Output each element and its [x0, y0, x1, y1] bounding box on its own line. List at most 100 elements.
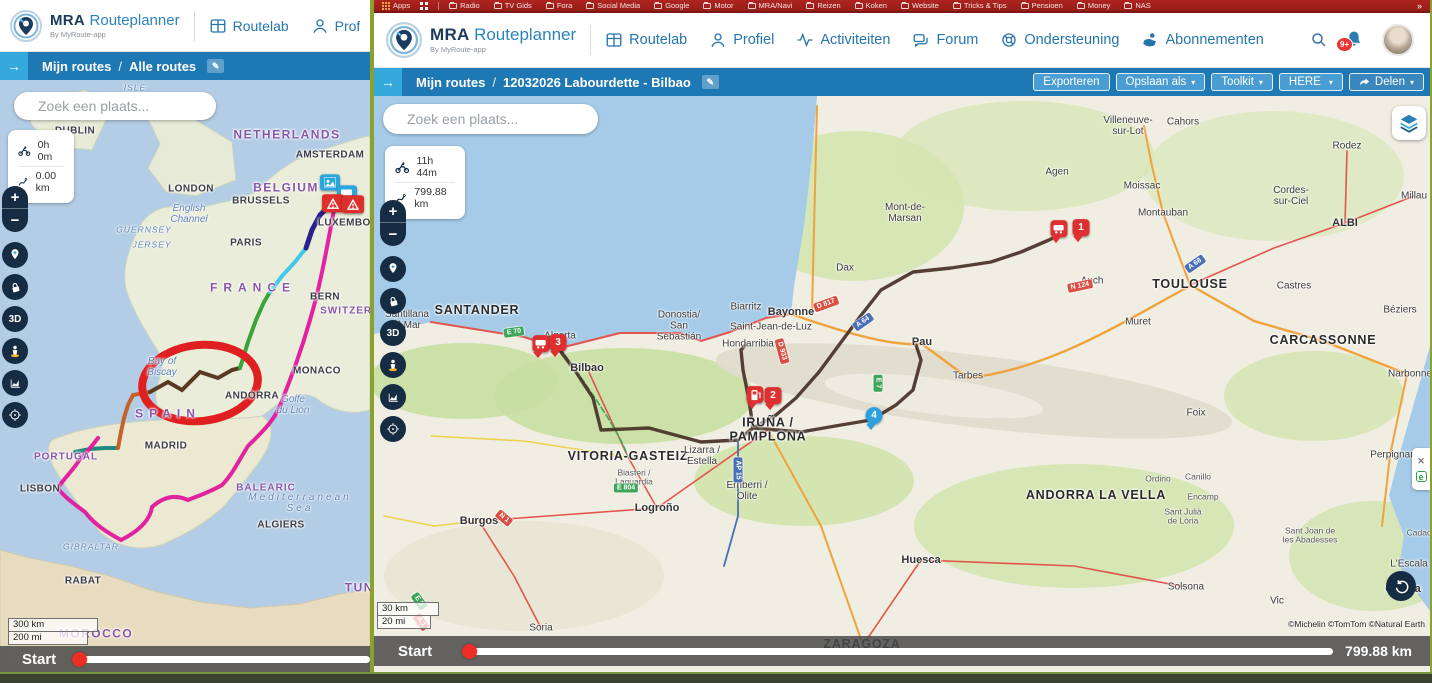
- stat-duration: 0h 0m: [18, 136, 64, 166]
- share-button[interactable]: Delen▾: [1349, 73, 1424, 91]
- menu-activiteiten[interactable]: Activiteiten: [796, 31, 890, 49]
- forum-icon: [912, 31, 930, 49]
- bookmark-item[interactable]: Koken: [855, 1, 887, 10]
- folder-icon: [1124, 3, 1132, 9]
- camper-poi-marker[interactable]: [1051, 220, 1068, 237]
- left-brand[interactable]: MRA Routeplanner By MyRoute-app: [10, 10, 180, 42]
- menu-routelab[interactable]: Routelab: [209, 17, 289, 35]
- fuel-pump-icon: [749, 389, 761, 401]
- menu-routelab[interactable]: Routelab: [605, 31, 687, 49]
- profiel-icon: [709, 31, 727, 49]
- pegman-icon: [8, 344, 22, 358]
- zoom-out-button[interactable]: −: [2, 209, 28, 232]
- lock-button[interactable]: [380, 288, 406, 314]
- waypoint-marker-2[interactable]: 2: [765, 387, 782, 404]
- streetview-button[interactable]: [2, 338, 28, 364]
- bookmark-item[interactable]: Google: [654, 1, 689, 10]
- camper-poi-marker[interactable]: [533, 335, 550, 352]
- toolkit-button[interactable]: Toolkit▾: [1211, 73, 1273, 91]
- zoom-in-button[interactable]: +: [380, 200, 406, 223]
- left-search-box: [14, 92, 216, 120]
- apps-launcher-icon[interactable]: [420, 2, 428, 10]
- bookmark-item[interactable]: Pensioen: [1021, 1, 1063, 10]
- menu-ondersteuning[interactable]: Ondersteuning: [1000, 31, 1119, 49]
- breadcrumb-page[interactable]: Alle routes: [129, 59, 196, 74]
- slider-handle[interactable]: [462, 644, 477, 659]
- map-provider-select[interactable]: HERE▾: [1279, 73, 1343, 91]
- menu-profiel[interactable]: Profiel: [709, 31, 774, 49]
- waypoint-marker-3[interactable]: 3: [550, 334, 567, 351]
- layers-button[interactable]: [1392, 106, 1426, 140]
- locate-button[interactable]: [380, 256, 406, 282]
- search-input[interactable]: [36, 97, 221, 115]
- folder-icon: [586, 3, 594, 9]
- elevation-chart-button[interactable]: [2, 370, 28, 396]
- bookmark-item[interactable]: Radio: [449, 1, 480, 10]
- 3d-button[interactable]: 3D: [2, 306, 28, 332]
- elevation-chart-button[interactable]: [380, 384, 406, 410]
- notifications-bell[interactable]: 9+: [1344, 29, 1366, 51]
- left-map-toolbar: + − 3D: [2, 186, 28, 428]
- mra-logo-icon: [10, 10, 42, 42]
- 3d-button[interactable]: 3D: [380, 320, 406, 346]
- breadcrumb-section[interactable]: Mijn routes: [42, 59, 111, 74]
- bookmark-item[interactable]: Money: [1077, 1, 1111, 10]
- bookmark-item[interactable]: Motor: [703, 1, 733, 10]
- export-button[interactable]: Exporteren: [1033, 73, 1109, 91]
- warning-poi-marker[interactable]: [322, 194, 344, 212]
- bookmarks-bar: Apps Radio TV Gids Fora Social Media Google M…: [374, 0, 1430, 13]
- apps-bookmark[interactable]: Apps: [382, 1, 410, 10]
- zoom-in-button[interactable]: +: [2, 186, 28, 209]
- brand-tagline: By MyRoute-app: [430, 46, 576, 54]
- fuel-poi-marker[interactable]: [747, 386, 764, 403]
- close-icon[interactable]: ✕: [1417, 456, 1425, 467]
- bookmark-item[interactable]: Website: [901, 1, 939, 10]
- breadcrumb-section[interactable]: Mijn routes: [416, 75, 485, 90]
- left-sidebar-toggle[interactable]: →: [0, 52, 28, 80]
- left-main-menu: Routelab Profiel: [209, 17, 360, 35]
- bookmark-item[interactable]: TV Gids: [494, 1, 532, 10]
- slider-track[interactable]: [473, 648, 1333, 655]
- slider-handle[interactable]: [72, 652, 87, 667]
- elevation-chart-icon: [9, 377, 22, 390]
- route-map[interactable]: Villeneuve- sur-LotCahorsRodezAgenMoissa…: [374, 96, 1430, 672]
- warning-poi-marker[interactable]: [342, 195, 364, 213]
- bookmarks-overflow-chevron[interactable]: »: [1417, 1, 1422, 11]
- right-brand[interactable]: MRA Routeplanner By MyRoute-app: [386, 22, 576, 58]
- compass-button[interactable]: [2, 402, 28, 428]
- user-avatar[interactable]: [1382, 24, 1414, 56]
- bookmark-item[interactable]: Tricks & Tips: [953, 1, 1007, 10]
- lock-button[interactable]: [2, 274, 28, 300]
- edit-route-name-icon[interactable]: ✎: [702, 75, 719, 89]
- bookmark-item[interactable]: NAS: [1124, 1, 1150, 10]
- waypoint-marker-1[interactable]: 1: [1073, 219, 1090, 236]
- header-divider: [194, 11, 195, 41]
- slider-start-label: Start: [398, 643, 432, 660]
- breadcrumb-route-name[interactable]: 12032026 Labourdette - Bilbao: [503, 75, 691, 90]
- bookmark-item[interactable]: MRA/Navi: [748, 1, 793, 10]
- right-sidebar-toggle[interactable]: →: [374, 68, 402, 96]
- menu-forum[interactable]: Forum: [912, 31, 978, 49]
- bookmark-item[interactable]: Social Media: [586, 1, 640, 10]
- zoom-out-button[interactable]: −: [380, 223, 406, 246]
- map-edge-widget[interactable]: ✕ e: [1412, 448, 1430, 490]
- menu-profiel[interactable]: Profiel: [311, 17, 360, 35]
- search-icon[interactable]: [1310, 31, 1328, 49]
- locate-button[interactable]: [2, 242, 28, 268]
- bookmark-item[interactable]: Fora: [546, 1, 572, 10]
- compass-button[interactable]: [380, 416, 406, 442]
- folder-icon: [953, 3, 961, 9]
- menu-abonnementen[interactable]: Abonnementen: [1141, 31, 1263, 49]
- bookmark-item[interactable]: Reizen: [806, 1, 840, 10]
- slider-track[interactable]: [83, 656, 370, 663]
- left-map[interactable]: ISLEDUBLINNETHERLANDSAMSTERDAMLONDONBELG…: [0, 80, 370, 672]
- edit-route-name-icon[interactable]: ✎: [207, 59, 224, 73]
- waypoint-marker-4[interactable]: 4: [866, 407, 883, 424]
- screen: MRA Routeplanner By MyRoute-app Routelab…: [0, 0, 1432, 683]
- undo-icon: [1394, 579, 1409, 594]
- undo-button[interactable]: [1386, 571, 1416, 601]
- streetview-button[interactable]: [380, 352, 406, 378]
- save-as-button[interactable]: Opslaan als▾: [1116, 73, 1206, 91]
- folder-icon: [654, 3, 662, 9]
- search-input[interactable]: [405, 110, 590, 128]
